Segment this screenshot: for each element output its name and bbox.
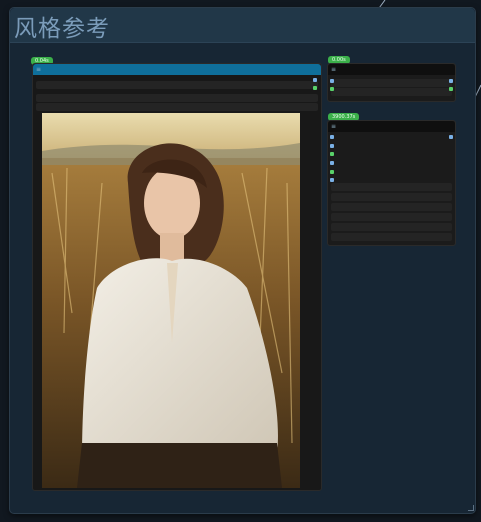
input-socket[interactable] [330, 87, 334, 91]
group-header[interactable]: 风格参考 [10, 8, 475, 43]
menu-icon[interactable]: ≡ [36, 65, 41, 74]
node-widget-row[interactable] [331, 233, 452, 241]
input-socket[interactable] [330, 161, 334, 165]
image-preview [42, 113, 300, 488]
input-socket[interactable] [330, 152, 334, 156]
output-socket[interactable] [449, 135, 453, 139]
output-socket[interactable] [313, 86, 317, 90]
node-widget-row[interactable] [331, 203, 452, 211]
node-widget-row[interactable] [331, 79, 452, 87]
output-socket[interactable] [449, 79, 453, 83]
node-widget-row[interactable] [331, 223, 452, 231]
output-socket[interactable] [313, 78, 317, 82]
resize-handle[interactable] [468, 505, 474, 511]
node-widget-row[interactable] [331, 213, 452, 221]
menu-icon[interactable]: ≡ [331, 65, 336, 74]
node-widget-row[interactable] [331, 88, 452, 96]
node-widget-row[interactable] [331, 183, 452, 191]
style-model-node[interactable]: ≡ [327, 120, 456, 246]
node-header[interactable]: ≡ [328, 121, 455, 132]
node-widget-row[interactable] [36, 94, 318, 102]
menu-icon[interactable]: ≡ [331, 122, 336, 131]
node-widget-row[interactable] [331, 193, 452, 201]
node-header[interactable]: ≡ [328, 64, 455, 75]
node-widget-row[interactable] [36, 81, 318, 89]
output-socket[interactable] [449, 87, 453, 91]
group-title: 风格参考 [14, 16, 110, 42]
node-header[interactable]: ≡ [33, 64, 321, 75]
input-socket[interactable] [330, 170, 334, 174]
node-widget-row[interactable] [36, 103, 318, 111]
input-socket[interactable] [330, 178, 334, 182]
workflow-canvas[interactable]: 风格参考 0.04s ≡ 0.00s ≡ 3900.37s ≡ [0, 0, 481, 522]
input-socket[interactable] [330, 135, 334, 139]
process-node[interactable]: ≡ [327, 63, 456, 102]
input-socket[interactable] [330, 79, 334, 83]
input-socket[interactable] [330, 144, 334, 148]
